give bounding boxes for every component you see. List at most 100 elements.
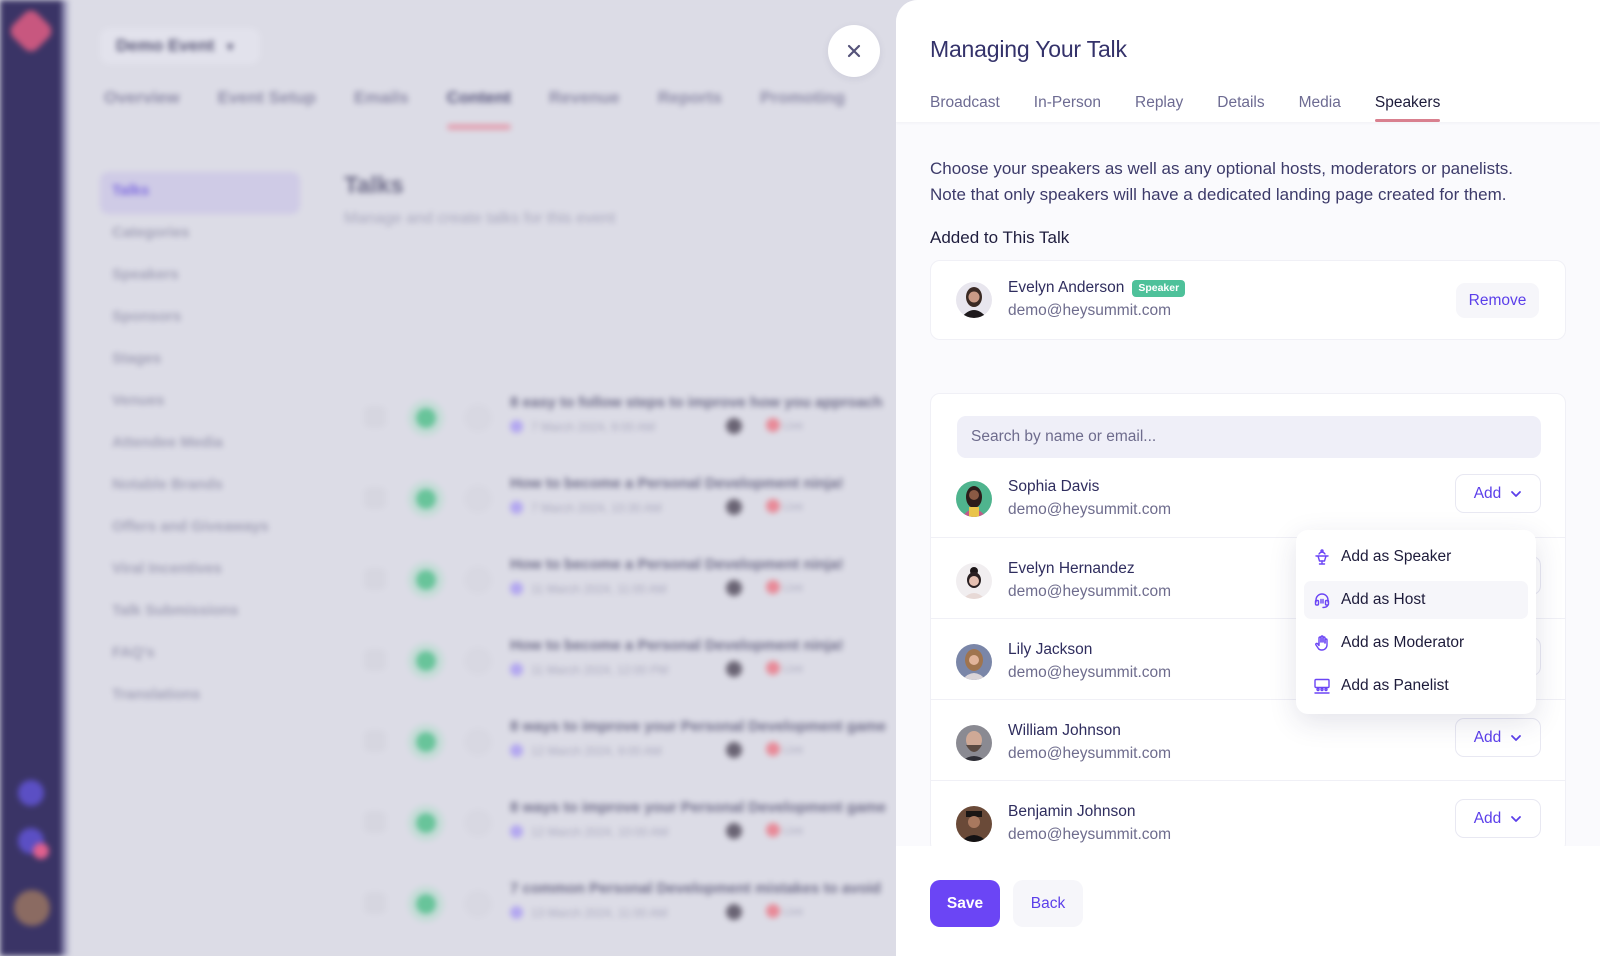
intro-line: Choose your speakers as well as any opti…: [930, 159, 1514, 178]
tab-broadcast[interactable]: Broadcast: [930, 84, 1000, 122]
talk-date: 12 March 2024, 10:00 AM: [510, 825, 668, 839]
candidate-name: Sophia Davis: [1008, 478, 1100, 495]
checkbox: [364, 487, 386, 509]
subnav-item: Sponsors: [112, 308, 182, 325]
menu-item-add-as-host[interactable]: Add as Host: [1304, 581, 1528, 619]
speaker-name: Evelyn Anderson: [1008, 279, 1125, 296]
status-icon: [408, 886, 444, 922]
remove-speaker-button[interactable]: Remove: [1456, 283, 1539, 318]
checkbox: [364, 568, 386, 590]
live-badge: Live: [766, 661, 803, 675]
headset-icon: [1314, 593, 1330, 609]
talk-row: 8 easy to follow steps to improve how yo…: [348, 380, 908, 461]
added-heading: Added to This Talk: [930, 228, 1070, 247]
close-icon: [847, 44, 861, 58]
live-badge: Live: [766, 904, 803, 918]
talk-row: How to become a Personal Development nin…: [348, 542, 908, 623]
role-badge: Speaker: [1132, 279, 1186, 297]
subnav-item: Speakers: [112, 266, 179, 283]
tab-details[interactable]: Details: [1217, 84, 1264, 122]
speaker-search-input[interactable]: [957, 416, 1541, 458]
panel-table-icon: [1314, 678, 1330, 694]
talk-date: 12 March 2024, 9:00 AM: [510, 744, 662, 758]
add-candidate-button[interactable]: Add: [1455, 799, 1541, 838]
status-icon: [408, 643, 444, 679]
added-speaker: Evelyn Anderson Speaker demo@heysummit.co…: [956, 277, 1186, 323]
status-icon: [408, 562, 444, 598]
talk-row: How to become a Personal Development nin…: [348, 623, 908, 704]
app-rail: [0, 0, 62, 956]
candidate-row: Benjamin Johnson demo@heysummit.com Add: [931, 780, 1565, 852]
checkbox: [364, 649, 386, 671]
talk-title: How to become a Personal Development nin…: [510, 556, 844, 573]
talks-title: Talks: [344, 172, 404, 199]
menu-item-label: Add as Panelist: [1341, 677, 1449, 694]
drag-icon: [464, 890, 492, 918]
speaker-avatar: [726, 823, 742, 839]
candidate-email: demo@heysummit.com: [1008, 745, 1172, 762]
candidate-email: demo@heysummit.com: [1008, 583, 1172, 600]
subnav-item: Attendee Media: [112, 434, 223, 451]
talk-row: 8 ways to improve your Personal Developm…: [348, 704, 908, 785]
talk-date: 7 March 2024, 9:00 AM: [510, 420, 655, 434]
drag-icon: [464, 404, 492, 432]
talk-title: 7 common Personal Development mistakes t…: [510, 880, 881, 897]
top-tab: Promoting: [760, 88, 845, 107]
checkbox: [364, 406, 386, 428]
talk-title: 8 ways to improve your Personal Developm…: [510, 718, 886, 735]
live-badge: Live: [766, 823, 803, 837]
menu-item-add-as-moderator[interactable]: Add as Moderator: [1304, 624, 1528, 662]
menu-item-label: Add as Moderator: [1341, 634, 1465, 651]
subnav-item: Talks: [100, 172, 300, 214]
candidate-email: demo@heysummit.com: [1008, 826, 1172, 843]
live-badge: Live: [766, 580, 803, 594]
talks-subtitle: Manage and create talks for this event: [344, 210, 616, 227]
tab-replay[interactable]: Replay: [1135, 84, 1183, 122]
subnav-item: Viral Incentives: [112, 560, 222, 577]
menu-item-add-as-panelist[interactable]: Add as Panelist: [1304, 667, 1528, 705]
top-tab: Revenue: [548, 88, 620, 107]
talk-title: 8 ways to improve your Personal Developm…: [510, 799, 886, 816]
candidate-email: demo@heysummit.com: [1008, 501, 1172, 518]
menu-item-label: Add as Speaker: [1341, 548, 1452, 565]
talk-row: How to become a Personal Development nin…: [348, 461, 908, 542]
top-tab: Overview: [104, 88, 180, 107]
talk-list: 8 easy to follow steps to improve how yo…: [348, 380, 908, 947]
drag-icon: [464, 647, 492, 675]
avatar: [956, 644, 992, 680]
subnav-item: FAQ's: [112, 644, 155, 661]
back-button[interactable]: Back: [1013, 880, 1083, 927]
status-icon: [408, 400, 444, 436]
top-tab-active: Content: [446, 88, 512, 130]
podium-icon: [1315, 549, 1329, 565]
speaker-avatar: [726, 418, 742, 434]
candidate-name: Lily Jackson: [1008, 641, 1093, 658]
panel-header: Managing Your Talk Broadcast In-Person R…: [896, 0, 1600, 122]
speaker-avatar: [726, 742, 742, 758]
live-badge: Live: [766, 499, 803, 513]
avatar: [956, 725, 992, 761]
chevron-down-icon: [1511, 734, 1522, 741]
avatar: [956, 806, 992, 842]
talk-title: 8 easy to follow steps to improve how yo…: [510, 394, 883, 411]
tab-speakers[interactable]: Speakers: [1374, 84, 1441, 122]
drag-icon: [464, 728, 492, 756]
close-panel-button[interactable]: [828, 25, 880, 77]
tab-in-person[interactable]: In-Person: [1034, 84, 1101, 122]
intro-line: Note that only speakers will have a dedi…: [930, 185, 1507, 204]
avatar: [956, 481, 992, 517]
add-candidate-button[interactable]: Add: [1455, 718, 1541, 757]
speaker-email: demo@heysummit.com: [1008, 302, 1172, 319]
menu-item-add-as-speaker[interactable]: Add as Speaker: [1304, 538, 1528, 576]
tab-media[interactable]: Media: [1299, 84, 1341, 122]
subnav-item: Categories: [112, 224, 190, 241]
hand-icon: [1315, 635, 1328, 651]
add-candidate-button[interactable]: Add: [1455, 474, 1541, 513]
live-badge: Live: [766, 418, 803, 432]
subnav-item: Talk Submissions: [112, 602, 239, 619]
candidate-name: William Johnson: [1008, 722, 1121, 739]
save-button[interactable]: Save: [930, 880, 1000, 927]
live-badge: Live: [766, 742, 803, 756]
subnav-item: Stages: [112, 350, 162, 367]
subnav-item: Translations: [112, 686, 201, 703]
